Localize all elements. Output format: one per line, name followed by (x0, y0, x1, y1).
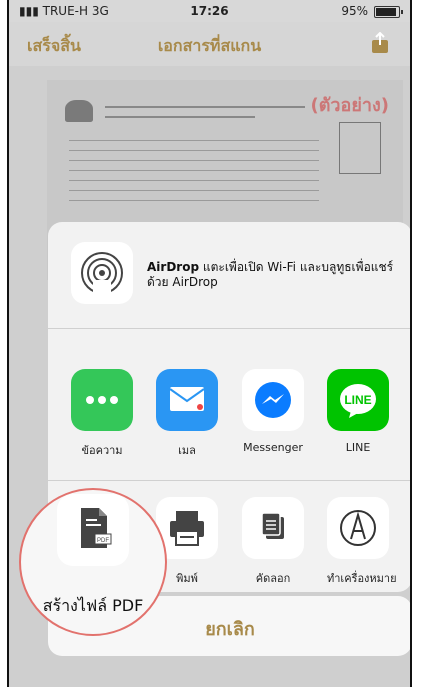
copy-icon (242, 497, 304, 559)
share-app-line[interactable]: LINE LINE (327, 369, 389, 454)
action-copy[interactable]: คัดลอก (242, 497, 304, 587)
app-label: เมล (178, 444, 196, 457)
airdrop-icon[interactable] (71, 242, 133, 304)
action-label: คัดลอก (255, 572, 291, 585)
line-icon: LINE (327, 369, 389, 431)
app-label: ข้อความ (81, 444, 123, 457)
airdrop-description[interactable]: AirDrop แตะเพื่อเปิด Wi-Fi และบลูทูธเพื่… (147, 260, 397, 290)
navigation-bar: เสร็จสิ้น เอกสารที่สแกน (9, 22, 410, 66)
share-app-mail[interactable]: เมล (156, 369, 218, 459)
app-label: LINE (345, 441, 371, 454)
action-label: สร้างไฟล์ PDF (42, 596, 144, 615)
status-bar: ▮▮▮ TRUE-H 3G 17:26 95% (9, 0, 410, 22)
phone-screen: ▮▮▮ TRUE-H 3G 17:26 95% เสร็จสิ้น เอกสาร… (7, 0, 412, 687)
share-app-messages[interactable]: ข้อความ (71, 369, 133, 459)
page-title: เอกสารที่สแกน (157, 36, 262, 55)
messages-icon (71, 369, 133, 431)
sample-stamp: (ตัวอย่าง) (310, 95, 389, 116)
divider (48, 328, 410, 329)
mail-icon (156, 369, 218, 431)
markup-icon (327, 497, 389, 559)
garuda-emblem-icon (65, 100, 93, 122)
divider (48, 480, 410, 481)
battery-icon (374, 6, 403, 18)
share-app-messenger[interactable]: Messenger (242, 369, 304, 454)
svg-text:LINE: LINE (344, 393, 371, 407)
action-label: ทำเครื่องหมาย (327, 572, 397, 585)
action-markup[interactable]: ทำเครื่องหมาย (327, 497, 397, 587)
app-label: Messenger (243, 441, 303, 454)
photo-placeholder (339, 122, 381, 174)
pdf-file-icon: PDF (57, 494, 129, 566)
airdrop-title: AirDrop (147, 260, 200, 274)
messenger-icon (242, 369, 304, 431)
action-create-pdf[interactable]: PDF สร้างไฟล์ PDF (19, 488, 167, 636)
battery-percent: 95% (341, 4, 368, 18)
share-icon[interactable] (370, 32, 390, 54)
svg-text:PDF: PDF (97, 538, 109, 544)
